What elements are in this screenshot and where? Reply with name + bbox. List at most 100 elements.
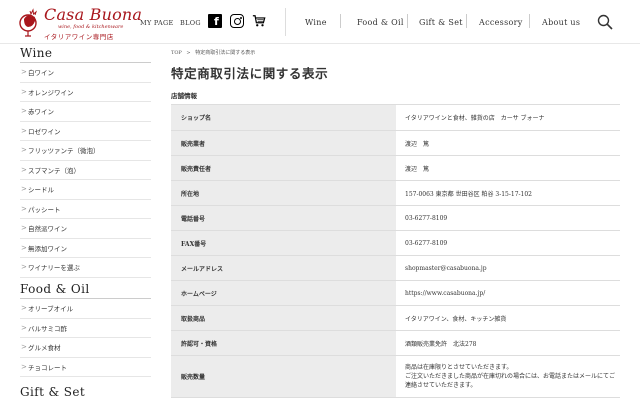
sidebar-item-label: ロゼワイン (28, 127, 61, 136)
mypage-link[interactable]: MY PAGE (140, 19, 174, 27)
sidebar-heading-gift-set: Gift & Set (20, 385, 86, 399)
chevron-right-icon: > (21, 185, 27, 194)
breadcrumb: TOP > 特定商取引法に関する表示 (171, 49, 255, 56)
sidebar-item-red-wine[interactable]: > 赤ワイン (20, 102, 151, 122)
nav-accessory[interactable]: Accessory (479, 18, 523, 27)
instagram-icon[interactable] (230, 14, 244, 28)
table-row: FAX番号 03-6277-8109 (171, 230, 620, 256)
row-label: FAX番号 (171, 230, 396, 256)
sidebar-item-chocolate[interactable]: > チョコレート (20, 358, 151, 377)
row-label: 販売業者 (171, 130, 396, 156)
search-icon[interactable] (597, 14, 613, 30)
table-row: ホームページ https://www.casabuona.jp/ (171, 280, 620, 306)
sidebar-item-passito[interactable]: > パッシート (20, 200, 151, 219)
chevron-right-icon: > (21, 107, 27, 116)
sidebar-item-label: 自然派ワイン (28, 225, 67, 234)
sidebar-item-label: チョコレート (28, 363, 67, 372)
sidebar-item-label: オリーブオイル (28, 305, 74, 314)
logo-subtitle: イタリアワイン専門店 (44, 33, 114, 41)
row-value-line: 商品は在庫限りとさせていただきます。 (405, 364, 513, 371)
row-value-line: ご注文いただきました商品が在庫切れの場合には、お電話またはメールにてご連絡させて… (405, 373, 616, 389)
sidebar-item-spumante[interactable]: > スプマンテ（泡） (20, 161, 151, 180)
chevron-right-icon: > (21, 263, 27, 272)
facebook-icon[interactable]: f (208, 14, 222, 28)
chevron-right-icon: > (21, 126, 27, 135)
sidebar-item-label: 白ワイン (28, 69, 54, 78)
breadcrumb-top-link[interactable]: TOP (171, 50, 182, 56)
table-row: ショップ名 イタリアワインと食材、雑貨の店 カーサ ブォーナ (171, 104, 620, 131)
nav-divider (407, 14, 408, 28)
row-label: ホームページ (171, 280, 396, 306)
row-value: イタリアワインと食材、雑貨の店 カーサ ブォーナ (396, 104, 620, 131)
section-heading: 店舗情報 (171, 92, 197, 100)
sidebar-item-gourmet[interactable]: > グルメ食材 (20, 338, 151, 358)
sidebar-item-label: 赤ワイン (28, 108, 54, 117)
row-label: 許認可・資格 (171, 330, 396, 356)
sidebar-item-natural-wine[interactable]: > 自然派ワイン (20, 219, 151, 239)
chevron-right-icon: > (21, 343, 27, 352)
rooster-icon (19, 8, 38, 37)
sidebar-item-cider[interactable]: > シードル (20, 180, 151, 200)
facebook-glyph: f (214, 15, 219, 28)
row-value: 03-6277-8109 (396, 205, 620, 231)
chevron-right-icon: > (21, 304, 27, 313)
sidebar-item-balsamic[interactable]: > バルサミコ酢 (20, 319, 151, 338)
breadcrumb-current: 特定商取引法に関する表示 (195, 50, 256, 56)
chevron-right-icon: > (21, 323, 27, 332)
sidebar-item-label: パッシート (28, 205, 61, 214)
blog-link[interactable]: BLOG (180, 19, 201, 27)
sidebar-item-rose-wine[interactable]: > ロゼワイン (20, 122, 151, 141)
chevron-right-icon: > (21, 224, 27, 233)
table-row: 許認可・資格 酒類販売業免許 北法278 (171, 330, 620, 356)
row-value: https://www.casabuona.jp/ (396, 280, 620, 306)
table-row: 販売業者 渡辺 篤 (171, 130, 620, 156)
sidebar-item-choose-winery[interactable]: > ワイナリーを選ぶ (20, 258, 151, 278)
row-value: 渡辺 篤 (396, 155, 620, 181)
cart-icon[interactable] (252, 14, 266, 28)
logo-name: Casa Buona (44, 5, 143, 24)
nav-divider (529, 14, 530, 28)
nav-divider (466, 14, 467, 28)
table-row: 販売責任者 渡辺 篤 (171, 155, 620, 181)
row-label: 電話番号 (171, 205, 396, 231)
chevron-right-icon: > (21, 243, 27, 252)
page-title: 特定商取引法に関する表示 (171, 66, 329, 81)
row-value: shopmaster@casabuona.jp (396, 255, 620, 281)
table-row: 所在地 157-0063 東京都 世田谷区 粕谷 3-15-17-102 (171, 180, 620, 206)
header-divider (285, 8, 286, 36)
table-row: 電話番号 03-6277-8109 (171, 205, 620, 231)
site-header: Casa Buona wine, food & kitchenware イタリア… (0, 0, 640, 44)
sidebar-item-additive-free-wine[interactable]: > 無添加ワイン (20, 239, 151, 258)
sidebar-item-label: ワイナリーを選ぶ (28, 264, 80, 273)
nav-about-us[interactable]: About us (542, 18, 580, 27)
row-value: イタリアワイン、食材、キッチン雑貨 (396, 305, 620, 331)
sidebar-item-label: 無添加ワイン (28, 244, 67, 253)
nav-wine[interactable]: Wine (305, 18, 327, 27)
sidebar-item-orange-wine[interactable]: > オレンジワイン (20, 83, 151, 102)
sidebar-item-label: フリッツァンテ（微泡） (28, 147, 100, 156)
nav-divider (340, 14, 341, 28)
sidebar-item-white-wine[interactable]: > 白ワイン (20, 63, 151, 83)
row-label: 所在地 (171, 180, 396, 206)
sidebar-item-label: シードル (28, 186, 54, 195)
sidebar-item-label: バルサミコ酢 (28, 324, 67, 333)
chevron-right-icon: > (21, 68, 27, 77)
sidebar-item-label: スプマンテ（泡） (28, 166, 80, 175)
chevron-right-icon: > (21, 87, 27, 96)
row-value: 商品は在庫限りとさせていただきます。 ご注文いただきました商品が在庫切れの場合に… (396, 355, 620, 398)
breadcrumb-separator: > (186, 50, 191, 56)
sidebar-item-label: オレンジワイン (28, 88, 74, 97)
sidebar-item-olive-oil[interactable]: > オリーブオイル (20, 299, 151, 319)
sidebar-heading-wine: Wine (20, 46, 53, 60)
row-value: 157-0063 東京都 世田谷区 粕谷 3-15-17-102 (396, 180, 620, 206)
nav-food-oil[interactable]: Food & Oil (357, 18, 404, 27)
nav-gift-set[interactable]: Gift & Set (419, 18, 463, 27)
row-value: 03-6277-8109 (396, 230, 620, 256)
row-value: 酒類販売業免許 北法278 (396, 330, 620, 356)
chevron-right-icon: > (21, 362, 27, 371)
table-row: メールアドレス shopmaster@casabuona.jp (171, 255, 620, 281)
sidebar-heading-food-oil: Food & Oil (20, 282, 90, 296)
chevron-right-icon: > (21, 146, 27, 155)
sidebar-item-frizzante[interactable]: > フリッツァンテ（微泡） (20, 141, 151, 161)
casa-buona-logo[interactable]: Casa Buona wine, food & kitchenware イタリア… (18, 4, 142, 41)
